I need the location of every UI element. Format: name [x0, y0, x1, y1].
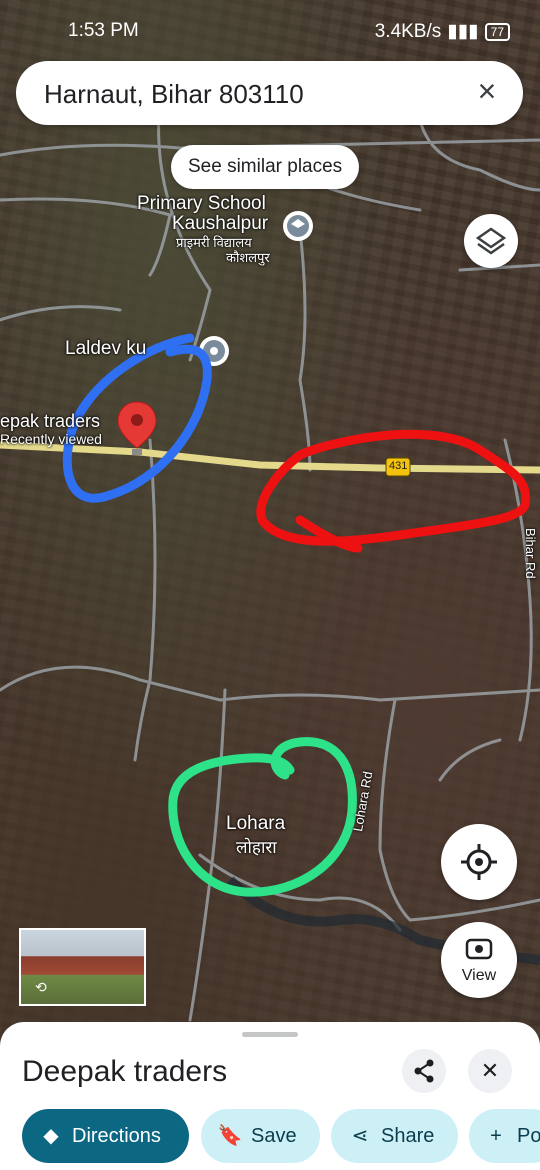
- directions-label: Directions: [72, 1125, 161, 1147]
- layers-button[interactable]: [464, 214, 518, 268]
- network-speed: 3.4KB/s: [374, 20, 442, 42]
- my-location-icon: [461, 844, 497, 880]
- highway-number: 431: [389, 460, 408, 472]
- more-action-label: Po: [517, 1125, 540, 1147]
- plus-icon: +: [490, 1125, 502, 1147]
- place-name: Deepak traders: [22, 1055, 228, 1088]
- view-button[interactable]: View: [441, 922, 517, 998]
- share-button[interactable]: ⋖ Share: [331, 1109, 458, 1163]
- close-icon[interactable]: ×: [469, 73, 505, 109]
- place-sheet[interactable]: Deepak traders ✕ ◆ Directions 🔖 Save ⋖ Shar…: [0, 1022, 540, 1170]
- street-view-thumbnail[interactable]: ⟲: [19, 928, 146, 1006]
- status-icons: 3.4KB/s ▮▮▮ 77: [375, 20, 510, 43]
- status-time: 1:53 PM: [68, 20, 139, 41]
- side-road-label: Bihar Rd: [523, 528, 538, 579]
- search-query[interactable]: Harnaut, Bihar 803110: [44, 79, 304, 110]
- battery-icon: 77: [484, 22, 510, 41]
- school-label: Primary School: [137, 193, 266, 214]
- share-label: Share: [381, 1125, 435, 1147]
- more-action-button[interactable]: + Po: [469, 1109, 540, 1163]
- signal-icon: ▮▮▮: [447, 21, 479, 42]
- view-label: View: [461, 967, 497, 984]
- recently-viewed-label: Recently viewed: [0, 431, 102, 447]
- see-similar-places-chip[interactable]: See similar places: [171, 145, 360, 189]
- share-icon-button[interactable]: [402, 1049, 446, 1093]
- 360-icon: ⟲: [35, 979, 47, 995]
- bookmark-icon: 🔖: [217, 1125, 243, 1147]
- lohara-label: Lohara: [226, 813, 286, 834]
- school-icon[interactable]: [283, 211, 313, 241]
- share-icon: [414, 1059, 434, 1083]
- close-icon: ✕: [480, 1058, 500, 1083]
- layers-icon: [475, 227, 507, 255]
- search-bar[interactable]: Harnaut, Bihar 803110 ×: [16, 61, 523, 125]
- lohara-label-hindi: लोहारा: [236, 838, 277, 857]
- drag-handle[interactable]: [242, 1032, 298, 1037]
- school-label-line2: Kaushalpur: [172, 213, 269, 234]
- school-label-hindi2: कौशलपुर: [226, 250, 270, 265]
- close-sheet-button[interactable]: ✕: [468, 1049, 512, 1093]
- save-button[interactable]: 🔖 Save: [201, 1109, 320, 1163]
- laldev-label: Laldev ku: [65, 338, 147, 359]
- directions-button[interactable]: ◆ Directions: [22, 1109, 189, 1163]
- my-location-button[interactable]: [441, 824, 517, 900]
- red-annotation: [256, 429, 531, 553]
- save-label: Save: [251, 1125, 297, 1147]
- street-view-icon: [465, 938, 493, 960]
- status-bar: 1:53 PM 3.4KB/s ▮▮▮ 77: [0, 0, 540, 60]
- directions-icon: ◆: [43, 1125, 59, 1147]
- share-icon: ⋖: [351, 1125, 369, 1147]
- deepak-traders-label: epak traders: [0, 411, 101, 431]
